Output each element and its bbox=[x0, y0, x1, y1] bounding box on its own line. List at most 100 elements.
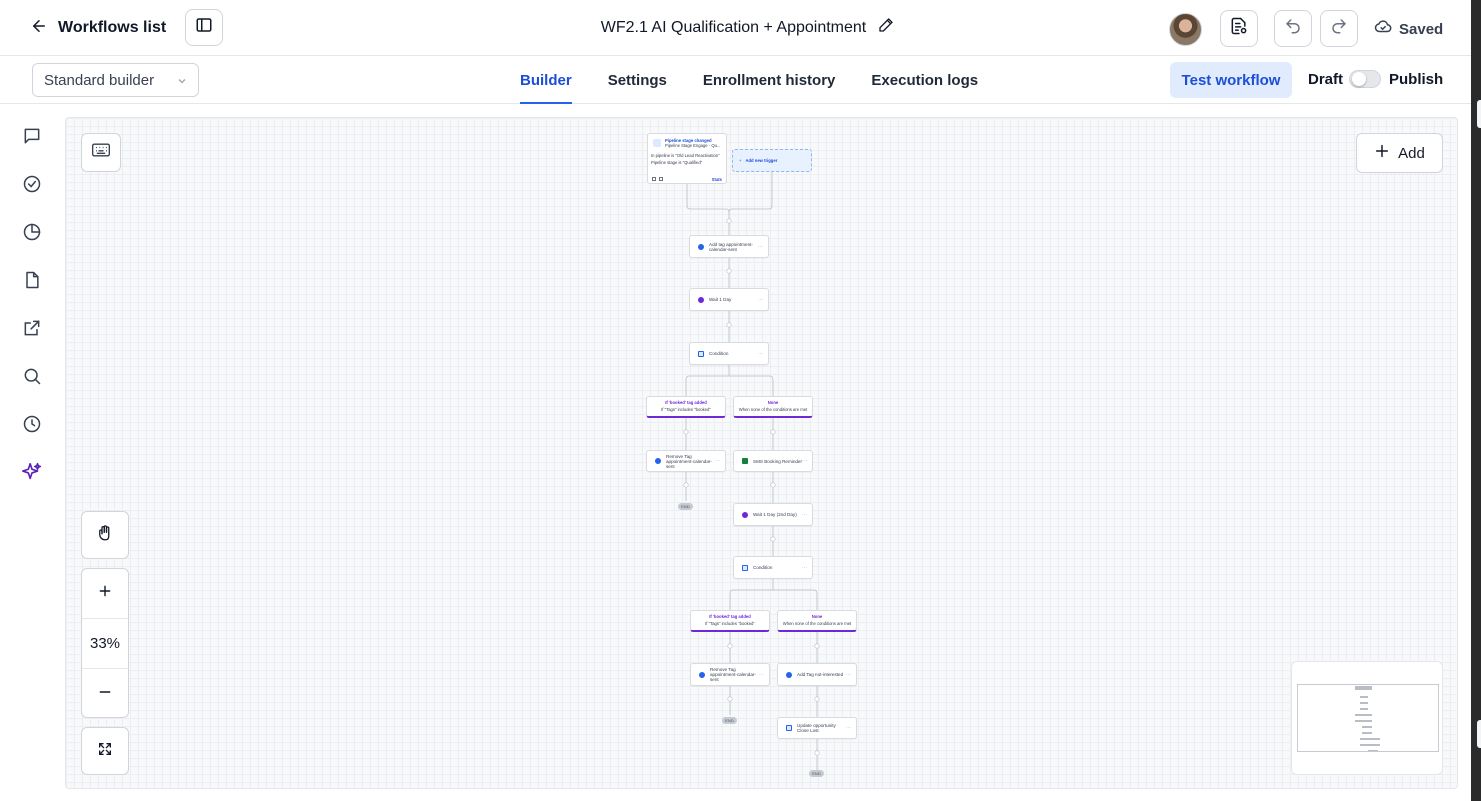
chevron-down-icon bbox=[176, 74, 188, 91]
branch-title: None bbox=[811, 614, 823, 619]
refresh-icon bbox=[653, 139, 661, 147]
tag-icon bbox=[655, 458, 661, 464]
tab-builder[interactable]: Builder bbox=[520, 56, 572, 104]
branch-none[interactable]: None When none of the conditions are met bbox=[777, 610, 857, 632]
condition-node[interactable]: Condition ··· bbox=[733, 556, 813, 579]
draft-label: Draft bbox=[1308, 71, 1344, 88]
braces-icon bbox=[742, 564, 748, 571]
clock-icon bbox=[698, 296, 704, 303]
top-bar: Workflows list WF2.1 AI Qualification + … bbox=[0, 0, 1471, 56]
chat-icon[interactable] bbox=[20, 124, 44, 148]
publish-label: Publish bbox=[1389, 71, 1444, 88]
tag-icon bbox=[786, 671, 792, 678]
more-icon[interactable]: ··· bbox=[758, 351, 763, 357]
pie-chart-icon[interactable] bbox=[20, 220, 44, 244]
workflow-graph: Pipeline stage changed Pipeline Stage En… bbox=[66, 118, 1457, 788]
publish-toggle[interactable] bbox=[1349, 70, 1381, 88]
node-label: SMS Booking Reminder bbox=[753, 458, 803, 464]
external-link-icon[interactable] bbox=[20, 316, 44, 340]
saved-status: Saved bbox=[1374, 18, 1443, 40]
wait-node[interactable]: Wait 1 Day (2nd Day) ··· bbox=[733, 503, 813, 526]
document-icon[interactable] bbox=[20, 268, 44, 292]
history-icon[interactable] bbox=[20, 412, 44, 436]
action-node-remove-tag[interactable]: Remove Tag appointment-calendar-sent ··· bbox=[690, 663, 770, 686]
branch-desc: If "Tags" includes "booked" bbox=[705, 621, 755, 626]
undo-icon bbox=[1284, 17, 1302, 40]
branch-title: If 'booked' tag added bbox=[709, 614, 751, 619]
sms-node[interactable]: SMS Booking Reminder ··· bbox=[733, 450, 813, 472]
tab-execution-logs[interactable]: Execution logs bbox=[871, 56, 978, 104]
tag-icon bbox=[699, 671, 705, 678]
node-label: Wait 1 Day bbox=[709, 297, 732, 302]
sub-bar: Standard builder Builder Settings Enroll… bbox=[0, 56, 1471, 104]
node-label: Add tag appointment-calendar-sent bbox=[709, 241, 753, 252]
more-icon[interactable]: ··· bbox=[802, 565, 807, 571]
message-icon bbox=[742, 458, 748, 464]
node-label: Wait 1 Day (2nd Day) bbox=[753, 512, 797, 517]
redo-icon bbox=[1330, 17, 1348, 40]
end-marker: END bbox=[809, 770, 824, 777]
builder-type-select[interactable]: Standard builder bbox=[32, 63, 199, 97]
undo-button[interactable] bbox=[1274, 10, 1312, 47]
wait-node[interactable]: Wait 1 Day ··· bbox=[689, 288, 769, 311]
edge-handle bbox=[1477, 720, 1481, 748]
more-icon[interactable]: ··· bbox=[846, 672, 851, 678]
add-trigger-button[interactable]: + Add new trigger bbox=[732, 149, 812, 172]
search-icon[interactable] bbox=[20, 364, 44, 388]
node-label: Remove Tag appointment-calendar-sent bbox=[666, 453, 712, 469]
more-icon[interactable]: ··· bbox=[759, 672, 764, 678]
tab-settings[interactable]: Settings bbox=[608, 56, 667, 104]
document-settings-icon bbox=[1229, 16, 1249, 41]
builder-select-value: Standard builder bbox=[44, 71, 155, 89]
workflow-builder-app: Workflows list WF2.1 AI Qualification + … bbox=[0, 0, 1471, 801]
opportunity-icon bbox=[786, 725, 792, 731]
plus-icon: + bbox=[739, 158, 742, 163]
branch-none[interactable]: None When none of the conditions are met bbox=[733, 396, 813, 418]
branch-booked[interactable]: If 'booked' tag added If "Tags" includes… bbox=[690, 610, 770, 632]
clock-icon bbox=[742, 511, 748, 518]
more-icon[interactable]: ··· bbox=[802, 512, 807, 518]
left-rail bbox=[0, 104, 64, 801]
sparkle-icon[interactable] bbox=[20, 460, 44, 484]
trigger-filter: Pipeline stage is "Qualified" bbox=[651, 160, 703, 165]
more-icon[interactable]: ··· bbox=[715, 458, 720, 464]
action-node-add-tag[interactable]: Add Tag not-interested ··· bbox=[777, 663, 857, 686]
workflow-title[interactable]: WF2.1 AI Qualification + Appointment bbox=[601, 19, 866, 37]
check-circle-icon[interactable] bbox=[20, 172, 44, 196]
condition-node[interactable]: Condition ··· bbox=[689, 342, 769, 365]
update-opportunity-node[interactable]: Update opportunity Close Lost ··· bbox=[777, 717, 857, 739]
node-label: Condition bbox=[753, 565, 773, 570]
saved-label: Saved bbox=[1399, 20, 1444, 38]
braces-icon bbox=[698, 350, 704, 357]
more-icon[interactable]: ··· bbox=[758, 244, 763, 250]
edge-handle bbox=[1477, 100, 1481, 128]
node-label: Update opportunity Close Lost bbox=[797, 723, 836, 733]
pencil-icon[interactable] bbox=[878, 17, 894, 38]
stats-link[interactable]: Stats bbox=[712, 177, 722, 182]
more-icon[interactable]: ··· bbox=[758, 297, 763, 303]
add-trigger-label: Add new trigger bbox=[745, 158, 778, 163]
tab-enrollment-history[interactable]: Enrollment history bbox=[703, 56, 836, 104]
trigger-card[interactable]: Pipeline stage changed Pipeline Stage En… bbox=[647, 133, 727, 184]
more-icon[interactable]: ··· bbox=[802, 458, 807, 464]
copy-icon[interactable] bbox=[652, 177, 656, 181]
branch-desc: If "Tags" includes "booked" bbox=[661, 407, 711, 412]
branch-title: If 'booked' tag added bbox=[665, 400, 707, 405]
workflow-canvas[interactable]: 33% Add Pipeline stage changed Pipeline … bbox=[65, 117, 1458, 789]
action-node-remove-tag[interactable]: Remove Tag appointment-calendar-sent ··· bbox=[646, 450, 726, 472]
test-workflow-button[interactable]: Test workflow bbox=[1170, 62, 1292, 98]
node-label: Remove Tag appointment-calendar-sent bbox=[710, 667, 756, 682]
more-icon[interactable]: ··· bbox=[846, 725, 851, 731]
trigger-actions bbox=[652, 177, 663, 181]
workflow-notes-button[interactable] bbox=[1220, 10, 1258, 47]
branch-booked[interactable]: If 'booked' tag added If "Tags" includes… bbox=[646, 396, 726, 418]
workflow-tabs: Builder Settings Enrollment history Exec… bbox=[520, 56, 1014, 104]
node-label: Add Tag not-interested bbox=[797, 672, 844, 677]
cloud-check-icon bbox=[1374, 18, 1392, 40]
trash-icon[interactable] bbox=[659, 177, 663, 181]
tag-icon bbox=[698, 243, 704, 250]
redo-button[interactable] bbox=[1320, 10, 1358, 47]
action-node-add-tag[interactable]: Add tag appointment-calendar-sent ··· bbox=[689, 235, 769, 258]
avatar[interactable] bbox=[1169, 13, 1202, 46]
end-marker: END bbox=[678, 503, 693, 510]
